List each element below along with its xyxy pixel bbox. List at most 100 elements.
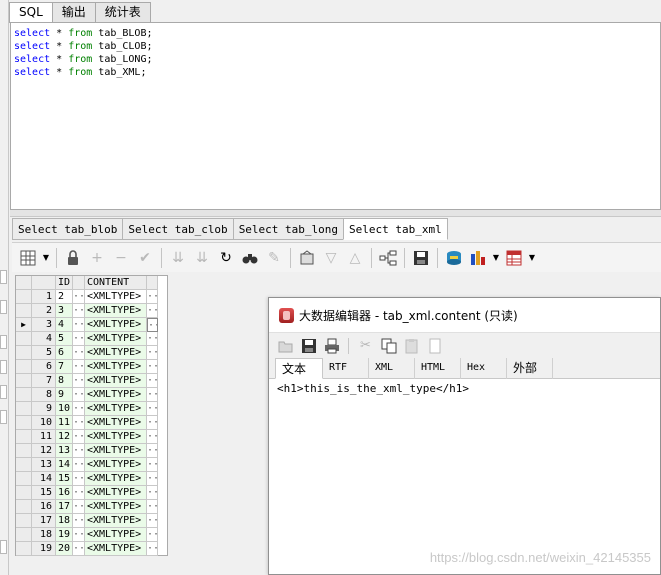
table-row[interactable]: 78···<XMLTYPE>···: [16, 374, 167, 388]
refresh-icon[interactable]: ↻: [216, 247, 236, 269]
cell-ellipsis-button[interactable]: ···: [147, 444, 158, 458]
cell-id[interactable]: 13: [56, 444, 73, 458]
table-row[interactable]: 1920···<XMLTYPE>···: [16, 542, 167, 556]
cell-ellipsis-button[interactable]: ···: [73, 514, 85, 528]
cell-ellipsis-button[interactable]: ···: [147, 416, 158, 430]
cell-id[interactable]: 14: [56, 458, 73, 472]
cell-ellipsis-button[interactable]: ···: [147, 472, 158, 486]
delete-row-icon[interactable]: −: [111, 247, 131, 269]
cell-ellipsis-button[interactable]: ···: [147, 304, 158, 318]
table-row[interactable]: 1617···<XMLTYPE>···: [16, 500, 167, 514]
cell-id[interactable]: 4: [56, 318, 73, 332]
cell-ellipsis-button[interactable]: ···: [147, 374, 158, 388]
open-folder-icon[interactable]: [277, 337, 294, 354]
table-row[interactable]: 1112···<XMLTYPE>···: [16, 430, 167, 444]
cell-ellipsis-button[interactable]: ···: [73, 332, 85, 346]
cell-ellipsis-button[interactable]: ···: [73, 416, 85, 430]
cell-ellipsis-button[interactable]: ···: [73, 388, 85, 402]
cell-content[interactable]: <XMLTYPE>: [85, 444, 147, 458]
cell-ellipsis-button[interactable]: ···: [73, 528, 85, 542]
cell-content[interactable]: <XMLTYPE>: [85, 542, 147, 556]
next-record-icon[interactable]: ▽: [321, 247, 341, 269]
column-header-id[interactable]: ID: [56, 276, 73, 290]
cell-content[interactable]: <XMLTYPE>: [85, 528, 147, 542]
copy-icon[interactable]: [380, 337, 397, 354]
cell-ellipsis-button[interactable]: ···: [73, 458, 85, 472]
cell-content[interactable]: <XMLTYPE>: [85, 402, 147, 416]
cell-id[interactable]: 17: [56, 500, 73, 514]
sql-editor[interactable]: select * from tab_BLOB; select * from ta…: [10, 22, 661, 210]
tab-hex[interactable]: Hex: [461, 358, 507, 379]
table-row[interactable]: 1819···<XMLTYPE>···: [16, 528, 167, 542]
cell-ellipsis-button[interactable]: ···: [147, 360, 158, 374]
cell-content[interactable]: <XMLTYPE>: [85, 304, 147, 318]
table-row[interactable]: 1314···<XMLTYPE>···: [16, 458, 167, 472]
cell-ellipsis-button[interactable]: ···: [73, 472, 85, 486]
table-row[interactable]: 910···<XMLTYPE>···: [16, 402, 167, 416]
cell-id[interactable]: 16: [56, 486, 73, 500]
cell-content[interactable]: <XMLTYPE>: [85, 318, 147, 332]
cell-ellipsis-button[interactable]: ···: [147, 346, 158, 360]
post-changes-icon[interactable]: ✔: [135, 247, 155, 269]
cell-ellipsis-button[interactable]: ···: [147, 458, 158, 472]
cell-ellipsis-button[interactable]: ···: [73, 318, 85, 332]
table-row[interactable]: 1415···<XMLTYPE>···: [16, 472, 167, 486]
editor-title-bar[interactable]: 大数据编辑器 - tab_xml.content (只读): [269, 298, 660, 332]
cell-id[interactable]: 15: [56, 472, 73, 486]
cell-ellipsis-button[interactable]: ···: [147, 430, 158, 444]
cell-id[interactable]: 9: [56, 388, 73, 402]
cell-id[interactable]: 20: [56, 542, 73, 556]
tab-output[interactable]: 输出: [51, 2, 96, 22]
save-icon[interactable]: [300, 337, 317, 354]
cell-content[interactable]: <XMLTYPE>: [85, 472, 147, 486]
add-row-icon[interactable]: +: [87, 247, 107, 269]
tab-sql[interactable]: SQL: [9, 2, 53, 23]
eraser-icon[interactable]: ✎: [264, 247, 284, 269]
table-row[interactable]: 12···<XMLTYPE>···: [16, 290, 167, 304]
cell-content[interactable]: <XMLTYPE>: [85, 500, 147, 514]
tab-xml[interactable]: XML: [369, 358, 415, 379]
cell-ellipsis-button[interactable]: ···: [73, 486, 85, 500]
cell-ellipsis-button[interactable]: ···: [147, 290, 158, 304]
cell-ellipsis-button[interactable]: ···: [147, 528, 158, 542]
result-grid[interactable]: ID CONTENT 12···<XMLTYPE>···23···<XMLTYP…: [15, 275, 168, 556]
cell-content[interactable]: <XMLTYPE>: [85, 346, 147, 360]
tab-select-tab-clob[interactable]: Select tab_clob: [122, 218, 234, 240]
binoculars-icon[interactable]: [240, 247, 260, 269]
pane-splitter[interactable]: [10, 210, 661, 217]
chevron-down-icon[interactable]: ▼: [528, 247, 536, 269]
cell-content[interactable]: <XMLTYPE>: [85, 332, 147, 346]
cell-ellipsis-button[interactable]: ···: [73, 360, 85, 374]
cell-content[interactable]: <XMLTYPE>: [85, 416, 147, 430]
table-row[interactable]: 67···<XMLTYPE>···: [16, 360, 167, 374]
table-row[interactable]: 89···<XMLTYPE>···: [16, 388, 167, 402]
cell-id[interactable]: 10: [56, 402, 73, 416]
tab-text[interactable]: 文本: [275, 358, 323, 379]
cell-id[interactable]: 2: [56, 290, 73, 304]
cell-ellipsis-button[interactable]: ···: [73, 290, 85, 304]
cell-content[interactable]: <XMLTYPE>: [85, 360, 147, 374]
chevron-down-icon[interactable]: ▼: [492, 247, 500, 269]
cell-id[interactable]: 6: [56, 346, 73, 360]
fetch-last-icon[interactable]: ⇊: [192, 247, 212, 269]
table-row[interactable]: 23···<XMLTYPE>···: [16, 304, 167, 318]
table-row[interactable]: 45···<XMLTYPE>···: [16, 332, 167, 346]
cell-content[interactable]: <XMLTYPE>: [85, 290, 147, 304]
query-by-example-icon[interactable]: [297, 247, 317, 269]
paste-icon[interactable]: [403, 337, 420, 354]
export-icon[interactable]: [444, 247, 464, 269]
cell-ellipsis-button[interactable]: ···: [147, 542, 158, 556]
cell-id[interactable]: 5: [56, 332, 73, 346]
cell-ellipsis-button[interactable]: ···: [147, 388, 158, 402]
table-row[interactable]: 1213···<XMLTYPE>···: [16, 444, 167, 458]
cell-id[interactable]: 3: [56, 304, 73, 318]
cell-ellipsis-button[interactable]: ···: [147, 318, 158, 332]
single-record-view-icon[interactable]: [378, 247, 398, 269]
cell-content[interactable]: <XMLTYPE>: [85, 374, 147, 388]
chart-icon[interactable]: [468, 247, 488, 269]
cell-ellipsis-button[interactable]: ···: [73, 430, 85, 444]
table-row[interactable]: 1516···<XMLTYPE>···: [16, 486, 167, 500]
cell-id[interactable]: 18: [56, 514, 73, 528]
tab-statistics[interactable]: 统计表: [94, 2, 151, 22]
cell-ellipsis-button[interactable]: ···: [73, 500, 85, 514]
